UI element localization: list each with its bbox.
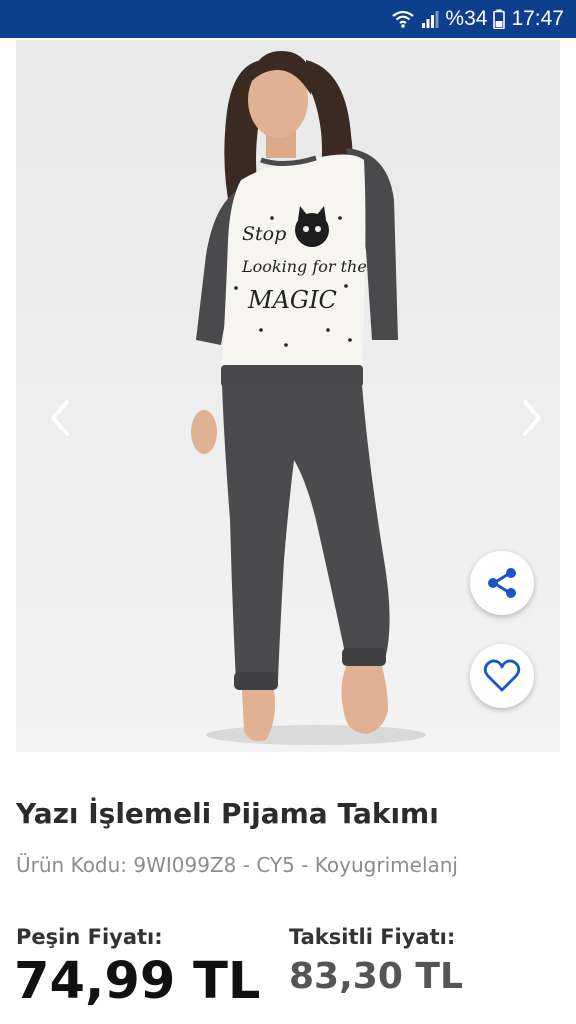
status-bar: %34 17:47 xyxy=(0,0,576,38)
cash-price: 74,99 TL xyxy=(14,952,261,1011)
installment-price-label: Taksitli Fiyatı: xyxy=(289,925,456,949)
add-to-favorites-button[interactable] xyxy=(470,644,534,708)
heart-icon xyxy=(483,659,521,692)
product-title: Yazı İşlemeli Pijama Takımı xyxy=(16,797,439,830)
previous-image-button[interactable] xyxy=(40,390,80,446)
shirt-print-line-2: Looking for the xyxy=(241,257,367,276)
shirt-print-line-1: Stop xyxy=(242,223,286,245)
cash-price-label: Peşin Fiyatı: xyxy=(16,925,163,949)
next-image-button[interactable] xyxy=(512,390,552,446)
battery-percent: %34 xyxy=(445,7,488,30)
chevron-right-icon xyxy=(523,400,541,436)
clock: 17:47 xyxy=(511,7,564,30)
signal-icon xyxy=(421,9,439,29)
wifi-icon xyxy=(391,9,415,29)
share-icon xyxy=(488,568,516,598)
product-code: Ürün Kodu: 9WI099Z8 - CY5 - Koyugrimelan… xyxy=(16,853,458,877)
battery-icon xyxy=(493,9,506,29)
chevron-left-icon xyxy=(51,400,69,436)
installment-price: 83,30 TL xyxy=(289,956,463,997)
share-button[interactable] xyxy=(470,551,534,615)
product-image: Stop Looking for the MAGIC xyxy=(191,50,426,745)
product-image-gallery[interactable]: Stop Looking for the MAGIC xyxy=(16,40,560,752)
shirt-print-line-3: MAGIC xyxy=(247,286,337,314)
